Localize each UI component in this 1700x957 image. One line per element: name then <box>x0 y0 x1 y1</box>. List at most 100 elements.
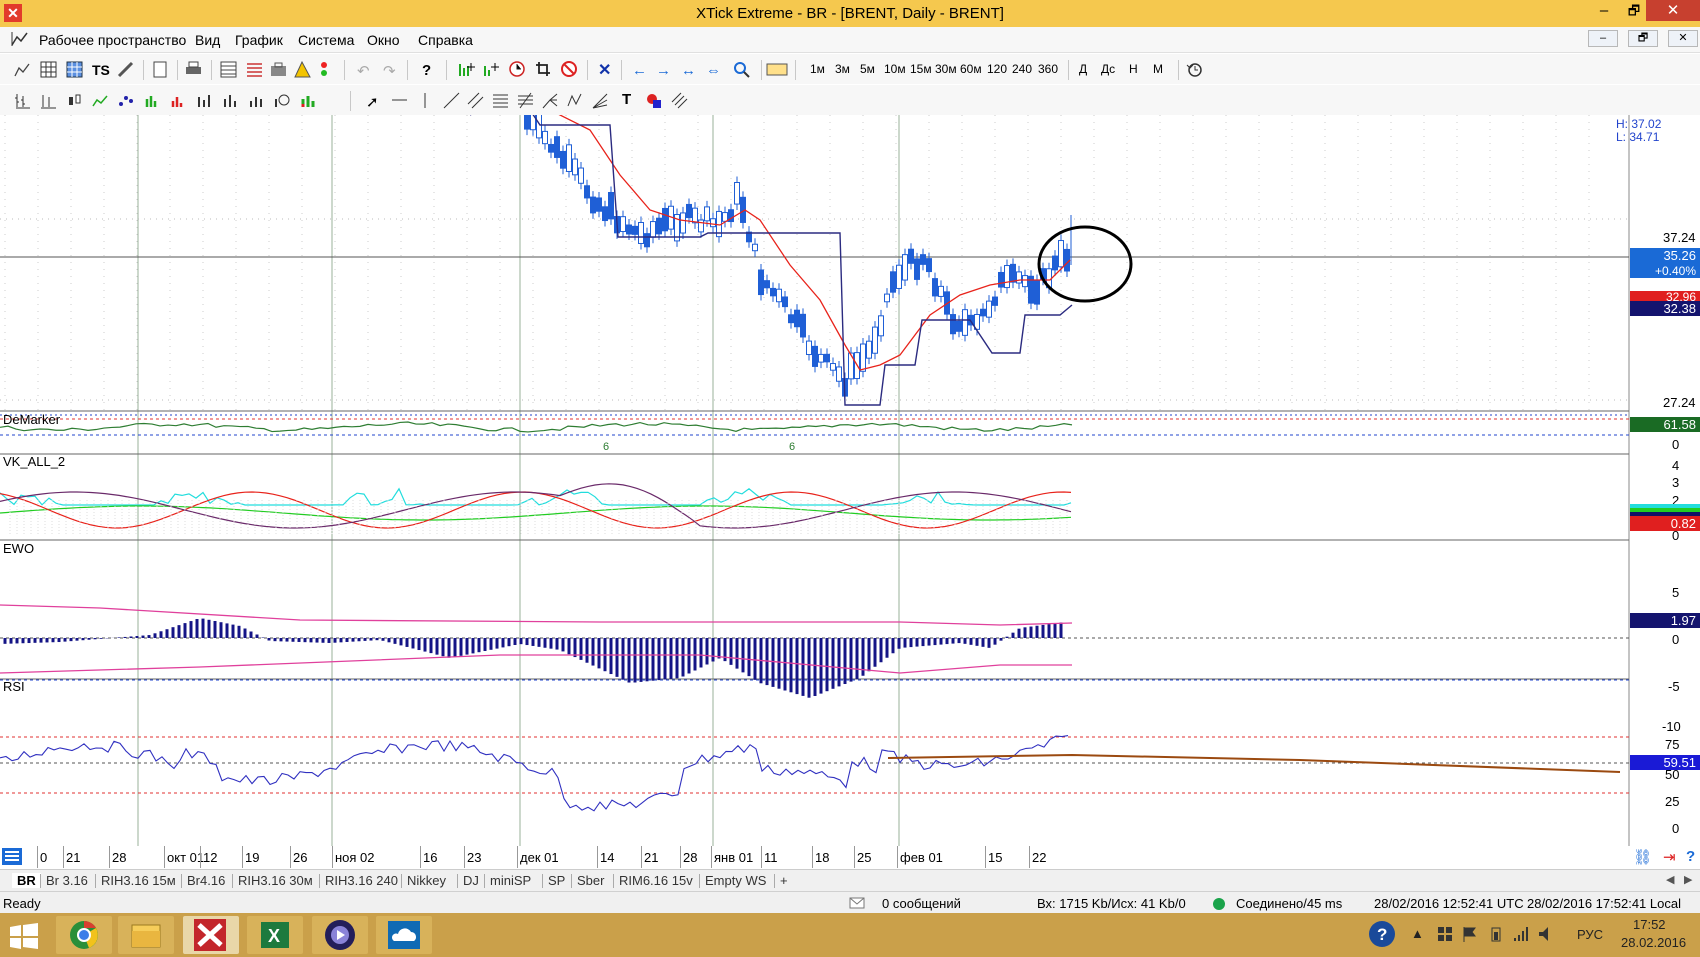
tab-13[interactable]: + <box>780 873 788 888</box>
fan-icon[interactable] <box>592 92 609 109</box>
add-chart-icon[interactable] <box>484 61 501 78</box>
no-entry-icon[interactable] <box>561 61 578 78</box>
envelope-icon[interactable] <box>849 897 865 909</box>
dots-icon[interactable] <box>118 92 135 109</box>
histogram-icon[interactable] <box>144 92 161 109</box>
pencil-icon[interactable] <box>117 61 134 78</box>
tab-9[interactable]: SP <box>548 873 565 888</box>
channel-icon[interactable] <box>467 92 484 109</box>
tab-12[interactable]: Empty WS <box>705 873 766 888</box>
spreadsheet-icon[interactable] <box>220 61 237 78</box>
tray-expand-icon[interactable]: ▲ <box>1411 926 1424 941</box>
tab-7[interactable]: DJ <box>463 873 479 888</box>
expand-icon[interactable]: ⇔ <box>706 62 721 79</box>
tf-5m[interactable]: 5м <box>860 62 875 76</box>
line-series-icon[interactable] <box>92 92 109 109</box>
parallel-lines-icon[interactable] <box>671 92 688 109</box>
tf-120[interactable]: 120 <box>987 62 1007 76</box>
help-icon[interactable]: ? <box>422 62 431 79</box>
fibo-icon[interactable] <box>492 92 509 109</box>
zigzag-icon[interactable] <box>567 92 584 109</box>
tf-week[interactable]: Н <box>1129 62 1138 76</box>
tf-1m[interactable]: 1м <box>810 62 825 76</box>
xtick-taskbar-icon[interactable] <box>183 916 239 954</box>
oscillator-icon[interactable] <box>274 92 291 109</box>
line-chart-icon[interactable] <box>14 61 31 78</box>
tf-30m[interactable]: 30м <box>935 62 957 76</box>
price-chart[interactable]: H: 37.02 L: 34.71 37.24 27.24 35.26 +0.4… <box>0 115 1700 847</box>
help-tray-icon[interactable]: ? <box>1368 920 1396 948</box>
bar-set-2-icon[interactable] <box>222 92 239 109</box>
pips-icon[interactable] <box>766 61 788 78</box>
bar-set-icon[interactable] <box>196 92 213 109</box>
tray-battery-icon[interactable] <box>1488 926 1504 942</box>
tab-5[interactable]: RIH3.16 240 <box>325 873 398 888</box>
document-icon[interactable] <box>151 61 168 78</box>
tab-2[interactable]: RIH3.16 15м <box>101 873 176 888</box>
tf-240[interactable]: 240 <box>1012 62 1032 76</box>
excel-taskbar-icon[interactable]: X <box>247 916 303 954</box>
tab-10[interactable]: Sber <box>577 873 604 888</box>
tab-0[interactable]: BR <box>12 873 41 888</box>
list-view-icon[interactable] <box>2 848 22 865</box>
alert-icon[interactable] <box>294 61 311 78</box>
tf-month[interactable]: М <box>1153 62 1163 76</box>
sync-clock-icon[interactable] <box>1186 61 1203 78</box>
ts-icon[interactable]: TS <box>92 62 110 78</box>
tab-scroll-left-icon[interactable]: ◀ <box>1666 873 1674 886</box>
grid-icon[interactable] <box>66 61 83 78</box>
goto-end-icon[interactable]: ⇥ <box>1663 848 1676 866</box>
tab-1[interactable]: Br 3.16 <box>46 873 88 888</box>
menu-view[interactable]: Вид <box>195 32 220 48</box>
cross-icon[interactable]: ✕ <box>598 60 611 80</box>
tf-day[interactable]: Д <box>1079 62 1087 76</box>
colored-bars-icon[interactable] <box>300 92 317 109</box>
trendline-icon[interactable] <box>443 92 460 109</box>
volume-icon[interactable] <box>170 92 187 109</box>
arrow-left-icon[interactable]: ← <box>632 62 647 79</box>
tf-60m[interactable]: 60м <box>960 62 982 76</box>
tab-4[interactable]: RIH3.16 30м <box>238 873 313 888</box>
candle-chart-icon[interactable] <box>66 92 83 109</box>
horizontal-line-icon[interactable] <box>391 92 408 109</box>
tab-8[interactable]: miniSP <box>490 873 531 888</box>
print-icon[interactable] <box>185 61 202 78</box>
undo-icon[interactable]: ↶ <box>357 62 370 80</box>
chrome-taskbar-icon[interactable] <box>56 916 112 954</box>
menu-workspace[interactable]: Рабочее пространство <box>39 32 186 48</box>
tab-3[interactable]: Br4.16 <box>187 873 225 888</box>
tray-volume-icon[interactable] <box>1538 926 1554 942</box>
arrow-both-icon[interactable]: ↔ <box>681 62 696 79</box>
help-question-icon[interactable]: ? <box>1686 848 1695 865</box>
briefcase-icon[interactable] <box>270 61 287 78</box>
crop-icon[interactable] <box>535 61 552 78</box>
bar-chart-icon[interactable] <box>14 92 31 109</box>
text-tool-icon[interactable]: T <box>622 91 631 108</box>
windows-start-icon[interactable] <box>10 923 38 949</box>
tray-date[interactable]: 28.02.2016 <box>1621 935 1686 950</box>
arrow-right-icon[interactable]: → <box>656 62 671 79</box>
tf-10m[interactable]: 10м <box>884 62 906 76</box>
redo-icon[interactable]: ↷ <box>383 62 396 80</box>
tab-scroll-right-icon[interactable]: ▶ <box>1684 873 1692 886</box>
tray-grid-icon[interactable] <box>1437 926 1453 942</box>
tf-day-s[interactable]: Дс <box>1101 62 1115 76</box>
tray-language[interactable]: РУС <box>1577 927 1603 942</box>
table-icon[interactable] <box>40 61 57 78</box>
clock-icon[interactable] <box>509 61 526 78</box>
menu-chart[interactable]: График <box>235 32 283 48</box>
vertical-line-icon[interactable] <box>417 92 434 109</box>
tf-3m[interactable]: 3м <box>835 62 850 76</box>
tab-6[interactable]: Nikkey <box>407 873 446 888</box>
tray-signal-icon[interactable] <box>1513 926 1529 942</box>
tab-11[interactable]: RIM6.16 15v <box>619 873 693 888</box>
cursor-icon[interactable]: ➚ <box>366 93 379 111</box>
mdi-close-button[interactable]: ✕ <box>1668 30 1698 47</box>
menu-help[interactable]: Справка <box>418 32 473 48</box>
ohlc-icon[interactable] <box>40 92 57 109</box>
tray-time[interactable]: 17:52 <box>1633 917 1666 932</box>
explorer-taskbar-icon[interactable] <box>118 916 174 954</box>
zoom-icon[interactable] <box>733 61 750 78</box>
menu-system[interactable]: Система <box>298 32 354 48</box>
tf-360[interactable]: 360 <box>1038 62 1058 76</box>
